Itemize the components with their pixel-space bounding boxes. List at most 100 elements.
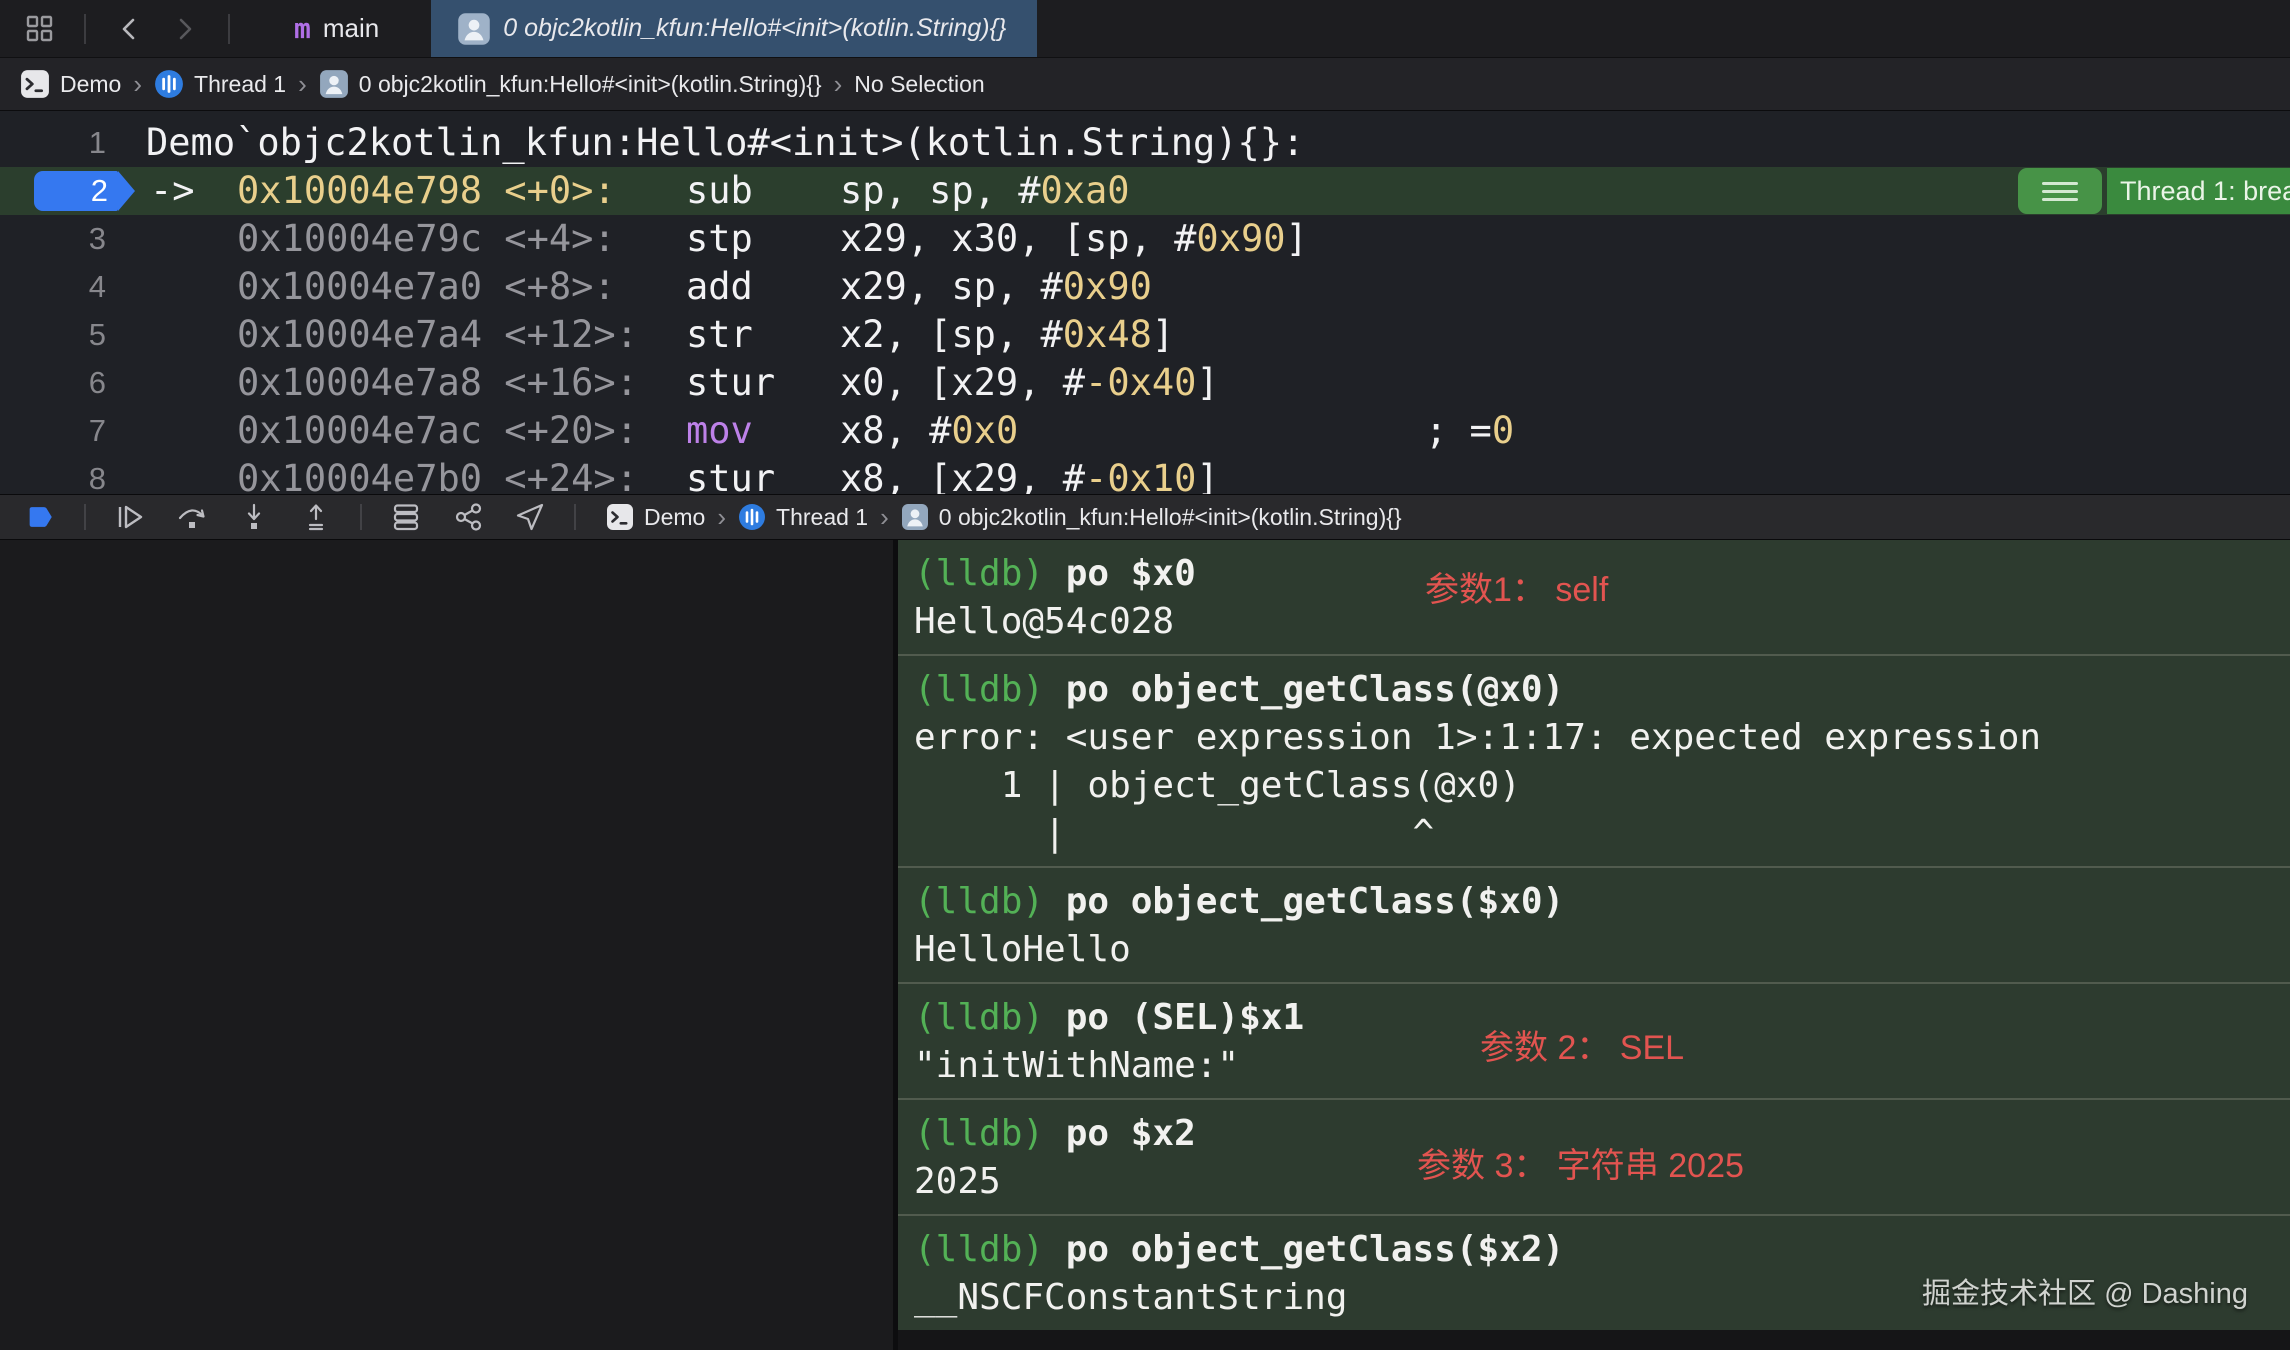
jump-bar-item-frame[interactable]: 0 objc2kotlin_kfun:Hello#<init>(kotlin.S…	[319, 69, 822, 99]
tab-active-label: 0 objc2kotlin_kfun:Hello#<init>(kotlin.S…	[503, 14, 1006, 43]
code-segment: sp, sp, #	[840, 169, 1040, 212]
jump-bar-label: No Selection	[854, 71, 984, 98]
forward-button[interactable]	[164, 9, 204, 49]
code-segment: po object_getClass($x2)	[1066, 1229, 1565, 1270]
console-block-3: (lldb) po object_getClass($x0)HelloHello	[898, 866, 2290, 982]
jump-bar-item-selection[interactable]: No Selection	[854, 71, 984, 98]
code-segment: ]	[1286, 217, 1308, 260]
mnemonic: stur	[686, 455, 775, 494]
divider	[574, 504, 576, 530]
mnemonic: stp	[686, 215, 753, 263]
code-segment: 0x90	[1063, 265, 1152, 308]
mnemonic: stur	[686, 359, 775, 407]
step-out-button[interactable]	[298, 501, 334, 533]
variables-panel[interactable]	[0, 540, 893, 1350]
continue-button[interactable]	[112, 501, 148, 533]
code-segment: 0x0	[951, 409, 1018, 452]
instruction-address: 0x10004e7a4 <+12>:	[237, 311, 638, 359]
asm-line-7[interactable]: 70x10004e7ac <+20>:movx8, #0x0; =0	[0, 407, 2290, 455]
asm-line-1[interactable]: 1Demo`objc2kotlin_kfun:Hello#<init>(kotl…	[0, 119, 2290, 167]
debug-breadcrumb: Demo›Thread 1›0 objc2kotlin_kfun:Hello#<…	[606, 502, 1402, 533]
frame-icon	[901, 503, 929, 531]
line-number[interactable]: 6	[0, 359, 106, 407]
console-block-2: (lldb) po object_getClass(@x0)error: <us…	[898, 654, 2290, 866]
annotation-text: 参数 2： SEL	[1480, 1020, 1684, 1069]
simulate-location-button[interactable]	[512, 501, 548, 533]
thread-icon	[738, 503, 766, 531]
thread-icon	[154, 69, 184, 99]
line-number[interactable]: 3	[0, 215, 106, 263]
code-segment: x29, x30, [sp, #	[840, 217, 1196, 260]
asm-line-6[interactable]: 60x10004e7a8 <+16>:sturx0, [x29, #-0x40]	[0, 359, 2290, 407]
code-segment: ]	[1152, 313, 1174, 356]
annotation-text: 参数 3： 字符串 2025	[1417, 1138, 1744, 1187]
code-segment: ; =	[1425, 409, 1492, 452]
step-into-button[interactable]	[236, 501, 272, 533]
breadcrumb-separator: ›	[834, 69, 843, 100]
asm-line-4[interactable]: 40x10004e7a0 <+8>:addx29, sp, #0x90	[0, 263, 2290, 311]
debug-breadcrumb-label: Demo	[644, 504, 705, 531]
code-segment: (lldb)	[914, 881, 1066, 922]
breadcrumb-separator: ›	[880, 502, 889, 533]
code-segment: "initWithName:"	[914, 1045, 1239, 1086]
tab-main[interactable]: m main	[268, 0, 405, 57]
step-over-button[interactable]	[174, 501, 210, 533]
operands: x8, #0x0	[840, 407, 1018, 455]
code-segment: 2025	[914, 1161, 1001, 1202]
debug-breadcrumb-item-thread[interactable]: Thread 1	[738, 503, 868, 531]
line-number[interactable]: 1	[0, 119, 106, 167]
asm-line-2[interactable]: 2->0x10004e798 <+0>:subsp, sp, #0xa0Thre…	[0, 167, 2290, 215]
code-segment: 0x48	[1063, 313, 1152, 356]
code-segment: (lldb)	[914, 1113, 1066, 1154]
instruction-address: 0x10004e798 <+0>:	[237, 167, 616, 215]
divider	[84, 14, 86, 44]
breakpoint-thread-badge[interactable]: Thread 1: breakp	[2018, 168, 2290, 214]
console-bottom-strip	[898, 1330, 2290, 1350]
asm-line-5[interactable]: 50x10004e7a4 <+12>:strx2, [sp, #0x48]	[0, 311, 2290, 359]
disassembly-editor[interactable]: 1Demo`objc2kotlin_kfun:Hello#<init>(kotl…	[0, 111, 2290, 494]
memory-graph-button[interactable]	[450, 501, 486, 533]
line-number[interactable]: 5	[0, 311, 106, 359]
jump-bar-item-process[interactable]: Demo	[20, 69, 121, 99]
editor-panes-icon[interactable]	[20, 9, 60, 49]
back-button[interactable]	[110, 9, 150, 49]
breakpoint-marker[interactable]: 2	[34, 171, 118, 211]
line-number[interactable]: 7	[0, 407, 106, 455]
jump-bar-item-thread[interactable]: Thread 1	[154, 69, 286, 99]
instruction-address: 0x10004e7b0 <+24>:	[237, 455, 638, 494]
debug-breadcrumb-item-process[interactable]: Demo	[606, 503, 705, 531]
code-segment: ]	[1196, 457, 1218, 494]
debug-breadcrumb-item-frame[interactable]: 0 objc2kotlin_kfun:Hello#<init>(kotlin.S…	[901, 503, 1402, 531]
debug-toolbar: Demo›Thread 1›0 objc2kotlin_kfun:Hello#<…	[0, 494, 2290, 540]
code-segment: x8, [x29, #	[840, 457, 1085, 494]
console-line: HelloHello	[914, 926, 2290, 974]
breadcrumb-separator: ›	[133, 69, 142, 100]
console-block-1: (lldb) po $x0Hello@54c028参数1： self	[898, 540, 2290, 654]
divider	[84, 504, 86, 530]
asm-line-3[interactable]: 30x10004e79c <+4>:stpx29, x30, [sp, #0x9…	[0, 215, 2290, 263]
watermark-text: 掘金技术社区 @ Dashing	[1922, 1270, 2248, 1312]
code-segment: (lldb)	[914, 669, 1066, 710]
code-segment: ]	[1196, 361, 1218, 404]
divider	[360, 504, 362, 530]
console-line: (lldb) po object_getClass($x2)	[914, 1226, 2290, 1274]
tab-active-frame[interactable]: 0 objc2kotlin_kfun:Hello#<init>(kotlin.S…	[431, 0, 1037, 57]
line-number[interactable]: 8	[0, 455, 106, 494]
breakpoints-toggle-button[interactable]	[22, 501, 58, 533]
code-segment: (lldb)	[914, 553, 1066, 594]
console-block-5: (lldb) po $x22025参数 3： 字符串 2025	[898, 1098, 2290, 1214]
debug-breadcrumb-label: 0 objc2kotlin_kfun:Hello#<init>(kotlin.S…	[939, 504, 1402, 531]
instruction-address: 0x10004e7a8 <+16>:	[237, 359, 638, 407]
code-segment: (lldb)	[914, 1229, 1066, 1270]
breakpoint-menu-icon[interactable]	[2018, 168, 2102, 214]
lldb-console[interactable]: (lldb) po $x0Hello@54c028参数1： self(lldb)…	[898, 540, 2290, 1350]
line-number[interactable]: 4	[0, 263, 106, 311]
mnemonic: sub	[686, 167, 753, 215]
debug-breadcrumb-label: Thread 1	[776, 504, 868, 531]
asm-line-8[interactable]: 80x10004e7b0 <+24>:sturx8, [x29, #-0x10]	[0, 455, 2290, 494]
inline-comment: ; =0	[1425, 407, 1514, 455]
console-line: | ^	[914, 810, 2290, 858]
view-hierarchy-button[interactable]	[388, 501, 424, 533]
code-segment: __NSCFConstantString	[914, 1277, 1347, 1318]
jump-bar: Demo › Thread 1 › 0 objc2kotlin_kfun:Hello#<…	[0, 58, 2290, 111]
